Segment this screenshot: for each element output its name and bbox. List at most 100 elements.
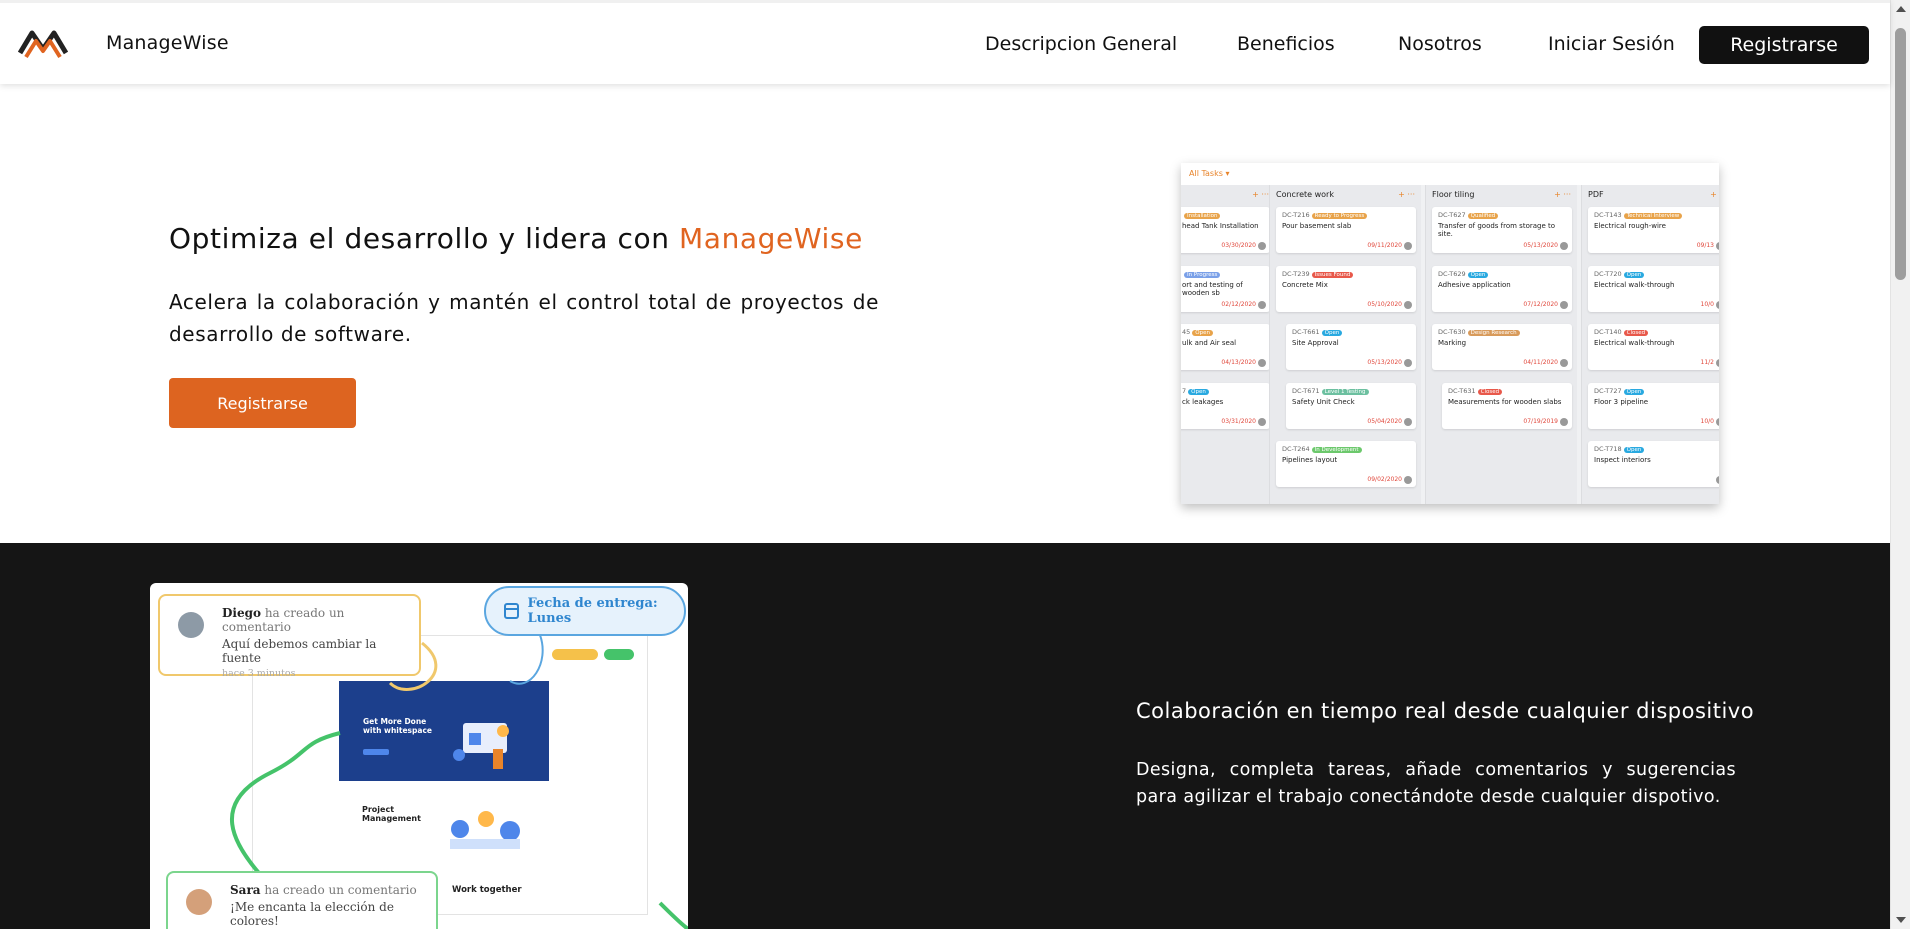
kanban-card[interactable]: DC-T671 Level 1 Testing Safety Unit Check 0… [1286, 382, 1416, 429]
kanban-card[interactable]: DC-T627 Qualified Transfer of goods from s… [1432, 207, 1572, 253]
kanban-card-id: DC-T140 [1594, 328, 1622, 336]
kanban-column-name: Floor tiling [1432, 190, 1475, 199]
hero-section: Optimiza el desarrollo y lidera con Mana… [0, 84, 1890, 543]
comment-time: hace 3 minutos [222, 668, 296, 679]
kanban-card-title: Site Approval [1292, 339, 1339, 347]
kanban-card-meta: DC-T143 Technical Interview [1594, 211, 1719, 219]
kanban-card[interactable]: DC-T216 Ready to Progress Pour basement sl… [1276, 207, 1416, 253]
collaboration-image: Get More Done with whitespace Project Ma… [150, 583, 688, 929]
kanban-card-meta: DC-T671 Level 1 Testing [1292, 387, 1410, 395]
comment-message: ¡Me encanta la elección de colores! [230, 900, 394, 928]
kanban-card-id: DC-T627 [1438, 211, 1466, 219]
kanban-column-add-icon[interactable]: + ··· [1710, 190, 1719, 199]
kanban-card-date: 04/13/2020 [1221, 359, 1256, 366]
scroll-up-arrow-icon[interactable] [1896, 6, 1906, 12]
kanban-card-tag: Ready to Progress [1311, 213, 1368, 219]
kanban-card[interactable]: DC-T631 Closed Measurements for wooden sla… [1442, 382, 1572, 429]
kanban-column: + ··· Installation head Tank Installation 0… [1181, 185, 1275, 504]
kanban-column-header: + ··· [1181, 185, 1275, 203]
kanban-card-meta: DC-T718 Open [1594, 445, 1719, 453]
comment-card-sara: Sara ha creado un comentario ¡Me encanta… [166, 871, 438, 929]
kanban-card-date: 10/0 [1700, 300, 1714, 308]
kanban-column-header: PDF + ··· [1582, 185, 1719, 203]
kanban-card[interactable]: 7 Open ck leakages 03/31/2020 [1181, 382, 1270, 429]
kanban-column-header: Floor tiling + ··· [1426, 185, 1577, 203]
kanban-card[interactable]: DC-T630 Design Research Marking 04/11/2020 [1432, 324, 1572, 370]
nav-link-nosotros[interactable]: Nosotros [1398, 33, 1482, 55]
kanban-card[interactable]: DC-T239 Issues Found Concrete Mix 05/10/202… [1276, 265, 1416, 312]
hero-register-button[interactable]: Registrarse [169, 378, 356, 428]
kanban-card-meta: DC-T661 Open [1292, 328, 1410, 336]
scroll-down-arrow-icon[interactable] [1896, 917, 1906, 923]
kanban-card[interactable]: DC-T629 Open Adhesive application 07/12/202… [1432, 265, 1572, 312]
kanban-card-date: 02/12/2020 [1221, 300, 1256, 308]
avatar [1258, 417, 1266, 426]
kanban-card-date: 09/11/2020 [1367, 242, 1402, 249]
comment-author: Sara ha creado un comentario [230, 883, 424, 897]
kanban-card-meta: DC-T239 Issues Found [1282, 270, 1410, 278]
kanban-card-tag: Open [1623, 271, 1645, 278]
kanban-card-meta: DC-T727 Open [1594, 387, 1719, 395]
kanban-card-tag: Open [1467, 271, 1489, 278]
hero-title-text: Optimiza el desarrollo y lidera con [169, 222, 680, 255]
kanban-card[interactable]: In Progress ort and testing of wooden sb 0… [1181, 265, 1270, 312]
kanban-card-title: Marking [1438, 339, 1467, 347]
feature-title: Colaboración en tiempo real desde cualqu… [1136, 699, 1755, 723]
kanban-card-meta: 45 Open [1182, 328, 1264, 336]
kanban-column-add-icon[interactable]: + ··· [1398, 190, 1415, 199]
kanban-card-meta: DC-T631 Closed [1448, 387, 1566, 395]
kanban-column-add-icon[interactable]: + ··· [1554, 190, 1571, 199]
avatar [1560, 242, 1568, 250]
kanban-card[interactable]: DC-T143 Technical Interview Electrical rou… [1588, 207, 1719, 253]
kanban-card-id: DC-T239 [1282, 269, 1310, 278]
kanban-card-title: Electrical rough-wire [1594, 222, 1666, 230]
kanban-card-title: ort and testing of wooden sb [1182, 280, 1243, 297]
kanban-card-date: 05/13/2020 [1367, 359, 1402, 366]
kanban-card-tag: Design Research [1467, 330, 1520, 336]
kanban-card[interactable]: DC-T661 Open Site Approval 05/13/2020 [1286, 324, 1416, 370]
kanban-card[interactable]: DC-T140 Closed Electrical walk-through 11/2 [1588, 324, 1719, 370]
avatar [1560, 359, 1568, 367]
avatar [1404, 242, 1412, 250]
kanban-card-title: Pour basement slab [1282, 222, 1352, 230]
kanban-card[interactable]: 45 Open ulk and Air seal 04/13/2020 [1181, 324, 1270, 370]
kanban-card-title: Concrete Mix [1282, 280, 1328, 289]
kanban-card[interactable]: Installation head Tank Installation 03/30/… [1181, 207, 1270, 253]
scrollbar[interactable] [1890, 0, 1910, 929]
kanban-card[interactable]: DC-T264 In Development Pipelines layout 09/… [1276, 441, 1416, 487]
nav-link-descripcion-general[interactable]: Descripcion General [985, 33, 1177, 55]
due-date-text: Fecha de entrega: Lunes [527, 596, 658, 626]
nav-link-iniciar-sesion[interactable]: Iniciar Sesión [1548, 33, 1675, 55]
kanban-card-tag: Open [1321, 330, 1343, 336]
kanban-card-title: Measurements for wooden slabs [1448, 397, 1562, 406]
avatar [1404, 476, 1412, 484]
register-button[interactable]: Registrarse [1699, 26, 1869, 64]
kanban-card[interactable]: DC-T720 Open Electrical walk-through 10/0 [1588, 265, 1719, 312]
avatar [1404, 417, 1412, 426]
nav-link-beneficios[interactable]: Beneficios [1237, 33, 1335, 55]
scrollbar-thumb[interactable] [1895, 28, 1906, 280]
avatar [1258, 300, 1266, 309]
due-date-badge: Fecha de entrega: Lunes [484, 586, 686, 636]
kanban-column-add-icon[interactable]: + ··· [1252, 190, 1269, 199]
kanban-card-title: ulk and Air seal [1182, 339, 1237, 347]
brand[interactable]: ManageWise [18, 23, 229, 63]
kanban-card-date: 03/31/2020 [1221, 417, 1256, 425]
avatar [1404, 359, 1412, 367]
avatar [1560, 300, 1568, 309]
kanban-card-title: Inspect interiors [1594, 456, 1651, 464]
kanban-card-date: 11/2 [1700, 359, 1714, 366]
avatar [1404, 300, 1412, 309]
kanban-card-id: DC-T264 [1282, 445, 1310, 453]
kanban-card-id: DC-T720 [1594, 269, 1622, 278]
kanban-card[interactable]: DC-T718 Open Inspect interiors [1588, 441, 1719, 487]
kanban-card-tag: Technical Interview [1623, 213, 1683, 219]
kanban-card[interactable]: DC-T727 Open Floor 3 pipeline 10/0 [1588, 382, 1719, 429]
kanban-card-meta: DC-T264 In Development [1282, 445, 1410, 453]
kanban-card-tag: In Progress [1184, 271, 1221, 278]
kanban-card-date: 09/02/2020 [1367, 476, 1402, 483]
hero-subtitle: Acelera la colaboración y mantén el cont… [169, 290, 879, 346]
kanban-column: PDF + ··· DC-T143Technical Interview Electr… [1581, 185, 1719, 504]
kanban-card-date: 05/13/2020 [1523, 242, 1558, 249]
kanban-card-title: Adhesive application [1438, 280, 1511, 289]
